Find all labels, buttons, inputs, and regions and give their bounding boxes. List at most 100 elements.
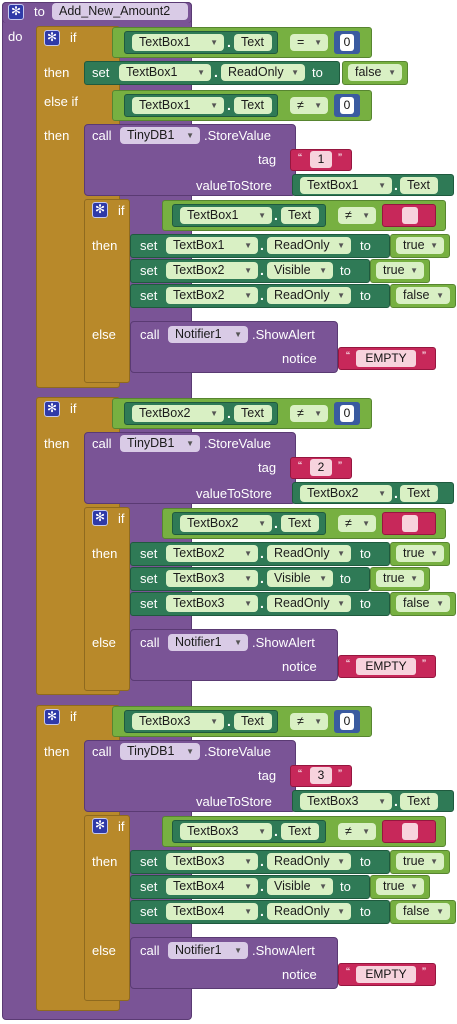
property-dropdown[interactable]: ReadOnly ▼ xyxy=(267,287,351,304)
component-dropdown[interactable]: TextBox2 ▼ xyxy=(166,262,258,279)
dropdown-arrow-icon: ▼ xyxy=(436,907,444,916)
component-dropdown[interactable]: TextBox3 ▼ xyxy=(180,823,272,840)
property-dropdown[interactable]: Text xyxy=(234,34,272,51)
property-dropdown[interactable]: Text xyxy=(281,823,319,840)
component-dropdown[interactable]: TextBox3 ▼ xyxy=(166,853,258,870)
boolean-dropdown[interactable]: true ▼ xyxy=(396,545,444,562)
notifier-dropdown[interactable]: Notifier1 ▼ xyxy=(168,326,248,343)
if-mutator-gear-icon[interactable] xyxy=(92,510,108,526)
procedure-mutator-gear-icon[interactable] xyxy=(8,4,24,20)
boolean-dropdown[interactable]: true ▼ xyxy=(376,262,424,279)
property-dropdown[interactable]: ReadOnly ▼ xyxy=(267,545,351,562)
component-dropdown[interactable]: TextBox4 ▼ xyxy=(166,903,258,920)
operator-dropdown[interactable]: ≠ ▼ xyxy=(290,405,328,422)
property-dropdown[interactable]: ReadOnly ▼ xyxy=(267,237,351,254)
operator-dropdown[interactable]: ≠ ▼ xyxy=(290,713,328,730)
boolean-dropdown[interactable]: true ▼ xyxy=(396,237,444,254)
operator-dropdown[interactable]: ≠ ▼ xyxy=(338,207,376,224)
boolean-dropdown[interactable]: false ▼ xyxy=(348,64,402,81)
component-dropdown[interactable]: TextBox3 ▼ xyxy=(300,793,392,810)
property-dropdown[interactable]: ReadOnly ▼ xyxy=(267,903,351,920)
property-dropdown[interactable]: Visible ▼ xyxy=(267,262,333,279)
if-mutator-gear-icon[interactable] xyxy=(44,709,60,725)
if-mutator-gear-icon[interactable] xyxy=(92,818,108,834)
boolean-dropdown[interactable]: true ▼ xyxy=(376,570,424,587)
number-value[interactable]: 0 xyxy=(340,97,354,114)
string-value[interactable]: 3 xyxy=(310,767,332,784)
property-dropdown[interactable]: Text xyxy=(281,207,319,224)
inner-if-block-2[interactable] xyxy=(84,507,130,691)
property-dropdown[interactable]: ReadOnly ▼ xyxy=(267,595,351,612)
number-value[interactable]: 0 xyxy=(340,405,354,422)
property-dropdown[interactable]: Text xyxy=(234,97,272,114)
notice-label: notice xyxy=(282,351,317,366)
if-mutator-gear-icon[interactable] xyxy=(92,202,108,218)
procedure-name-field[interactable]: Add_New_Amount2 xyxy=(52,3,188,20)
component-dropdown[interactable]: TextBox1 ▼ xyxy=(132,34,224,51)
boolean-dropdown[interactable]: false ▼ xyxy=(396,903,450,920)
operator-dropdown[interactable]: ≠ ▼ xyxy=(338,823,376,840)
component-dropdown[interactable]: TextBox4 ▼ xyxy=(166,878,258,895)
property-name: ReadOnly xyxy=(274,854,330,868)
string-value[interactable]: EMPTY xyxy=(356,350,416,367)
component-dropdown[interactable]: TextBox2 ▼ xyxy=(180,515,272,532)
string-value[interactable]: 1 xyxy=(310,151,332,168)
component-dropdown[interactable]: TextBox1 ▼ xyxy=(166,237,258,254)
db-dropdown[interactable]: TinyDB1 ▼ xyxy=(120,743,200,760)
boolean-dropdown[interactable]: true ▼ xyxy=(376,878,424,895)
operator-symbol: ≠ xyxy=(297,714,304,728)
boolean-dropdown[interactable]: false ▼ xyxy=(396,287,450,304)
dot-separator: . xyxy=(260,878,264,894)
string-value[interactable]: 2 xyxy=(310,459,332,476)
string-value[interactable]: EMPTY xyxy=(356,658,416,675)
component-name: TextBox3 xyxy=(187,824,239,838)
property-dropdown[interactable]: Text xyxy=(400,793,438,810)
property-dropdown[interactable]: Text xyxy=(281,515,319,532)
if-mutator-gear-icon[interactable] xyxy=(44,401,60,417)
property-name: ReadOnly xyxy=(274,288,330,302)
property-dropdown[interactable]: Text xyxy=(234,405,272,422)
empty-string-value[interactable] xyxy=(402,207,418,224)
db-dropdown[interactable]: TinyDB1 ▼ xyxy=(120,127,200,144)
property-dropdown[interactable]: Text xyxy=(234,713,272,730)
component-dropdown[interactable]: TextBox1 ▼ xyxy=(132,97,224,114)
component-dropdown[interactable]: TextBox2 ▼ xyxy=(132,405,224,422)
component-dropdown[interactable]: TextBox3 ▼ xyxy=(166,595,258,612)
component-dropdown[interactable]: TextBox3 ▼ xyxy=(166,570,258,587)
dropdown-arrow-icon: ▼ xyxy=(234,946,242,955)
if-mutator-gear-icon[interactable] xyxy=(44,30,60,46)
notifier-dropdown[interactable]: Notifier1 ▼ xyxy=(168,942,248,959)
empty-string-value[interactable] xyxy=(402,515,418,532)
property-dropdown[interactable]: ReadOnly ▼ xyxy=(267,853,351,870)
property-dropdown[interactable]: Text xyxy=(400,177,438,194)
component-dropdown[interactable]: TextBox2 ▼ xyxy=(166,545,258,562)
operator-dropdown[interactable]: ≠ ▼ xyxy=(338,515,376,532)
value-to-store-label: valueToStore xyxy=(196,178,272,193)
empty-string-value[interactable] xyxy=(402,823,418,840)
dropdown-arrow-icon: ▼ xyxy=(244,549,252,558)
boolean-dropdown[interactable]: false ▼ xyxy=(396,595,450,612)
number-value[interactable]: 0 xyxy=(340,34,354,51)
notifier-name: Notifier1 xyxy=(175,943,222,957)
property-dropdown[interactable]: ReadOnly ▼ xyxy=(221,64,305,81)
component-dropdown[interactable]: TextBox3 ▼ xyxy=(132,713,224,730)
db-dropdown[interactable]: TinyDB1 ▼ xyxy=(120,435,200,452)
component-dropdown[interactable]: TextBox1 ▼ xyxy=(119,64,211,81)
component-dropdown[interactable]: TextBox2 ▼ xyxy=(300,485,392,502)
component-dropdown[interactable]: TextBox1 ▼ xyxy=(180,207,272,224)
component-dropdown[interactable]: TextBox2 ▼ xyxy=(166,287,258,304)
boolean-dropdown[interactable]: true ▼ xyxy=(396,853,444,870)
inner-if-block-3[interactable] xyxy=(84,815,130,1001)
component-dropdown[interactable]: TextBox1 ▼ xyxy=(300,177,392,194)
operator-dropdown[interactable]: = ▼ xyxy=(290,34,328,51)
store-value-label: .StoreValue xyxy=(204,744,271,759)
string-value[interactable]: EMPTY xyxy=(356,966,416,983)
property-dropdown[interactable]: Visible ▼ xyxy=(267,878,333,895)
property-dropdown[interactable]: Text xyxy=(400,485,438,502)
property-dropdown[interactable]: Visible ▼ xyxy=(267,570,333,587)
dropdown-arrow-icon: ▼ xyxy=(234,330,242,339)
number-value[interactable]: 0 xyxy=(340,713,354,730)
inner-if-block-1[interactable] xyxy=(84,199,130,383)
operator-dropdown[interactable]: ≠ ▼ xyxy=(290,97,328,114)
notifier-dropdown[interactable]: Notifier1 ▼ xyxy=(168,634,248,651)
